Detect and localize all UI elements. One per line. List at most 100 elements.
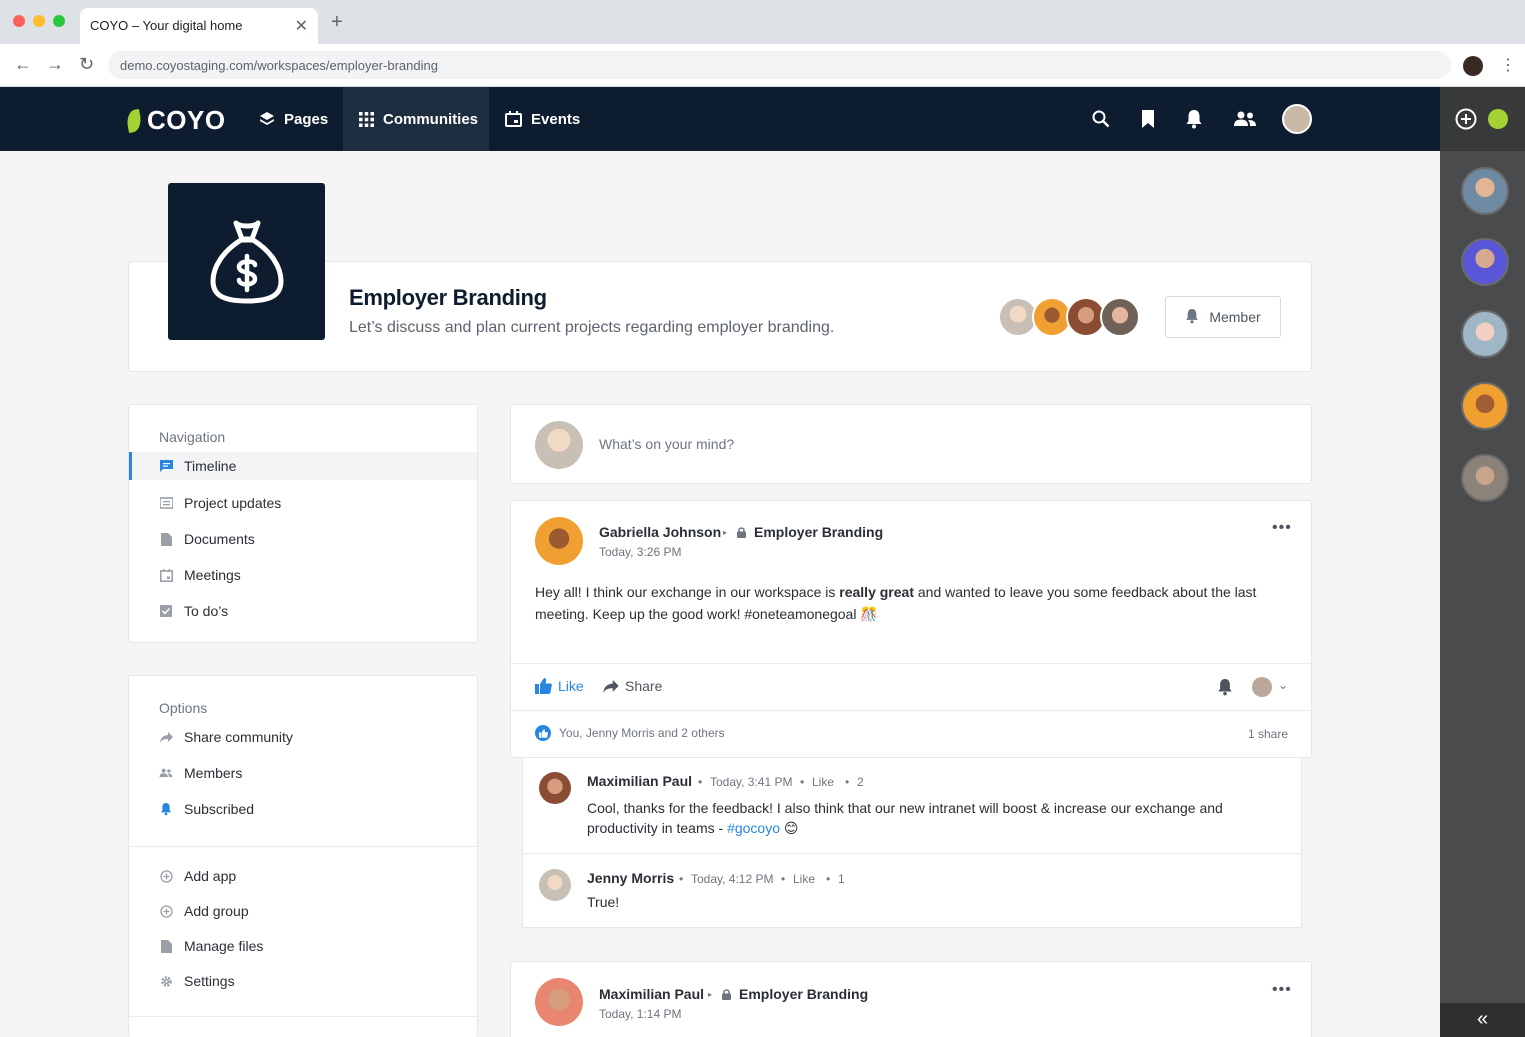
- bell-icon[interactable]: [1182, 107, 1206, 131]
- online-status-dot[interactable]: [1488, 109, 1508, 129]
- user-avatar[interactable]: [1282, 104, 1312, 134]
- option-add-group[interactable]: Add group: [129, 897, 477, 925]
- plus-circle-icon: [159, 869, 173, 883]
- nav-events[interactable]: Events: [489, 87, 596, 151]
- comment-like-link[interactable]: Like: [793, 872, 815, 886]
- avatar[interactable]: [539, 772, 571, 804]
- comment-like-count: 2: [857, 775, 864, 789]
- add-circle-icon[interactable]: [1455, 108, 1477, 133]
- author-avatar[interactable]: [535, 978, 583, 1026]
- smile-emoji: 😊: [783, 820, 799, 836]
- chevron-down-icon[interactable]: ⌄: [1278, 678, 1288, 692]
- nav-item-todos[interactable]: To do’s: [129, 597, 477, 625]
- nav-pages[interactable]: Pages: [243, 87, 344, 151]
- post-group[interactable]: Employer Branding: [739, 986, 868, 1002]
- post-time: Today, 1:14 PM: [599, 1007, 682, 1021]
- likes-summary[interactable]: You, Jenny Morris and 2 others: [535, 725, 725, 741]
- forward-icon[interactable]: →: [46, 54, 64, 75]
- tab-title: COYO – Your digital home: [90, 18, 243, 33]
- browser-address-bar: ← → ↻ demo.coyostaging.com/workspaces/em…: [0, 44, 1525, 87]
- share-icon: [603, 679, 619, 693]
- share-button[interactable]: Share: [603, 678, 662, 694]
- like-label: Like: [558, 678, 584, 694]
- browser-profile-avatar[interactable]: [1463, 56, 1483, 76]
- post-author[interactable]: Maximilian Paul: [599, 986, 704, 1002]
- option-subscribed[interactable]: Subscribed: [129, 795, 477, 823]
- arrow-right-icon: ▸: [708, 990, 713, 999]
- colleague-avatar[interactable]: [1461, 310, 1509, 358]
- nav-item-timeline[interactable]: Timeline: [129, 452, 477, 480]
- colleague-avatar[interactable]: [1461, 454, 1509, 502]
- browser-tab[interactable]: COYO – Your digital home ✕: [80, 8, 318, 44]
- checkbox-icon: [159, 604, 173, 618]
- coyo-logo[interactable]: COYO: [125, 105, 226, 136]
- navigation-heading: Navigation: [159, 429, 226, 445]
- url-input[interactable]: demo.coyostaging.com/workspaces/employer…: [108, 51, 1451, 79]
- colleague-avatar[interactable]: [1461, 167, 1509, 215]
- comment: Jenny Morris • Today, 4:12 PM • Like • 1…: [523, 853, 1301, 928]
- coyo-leaf-icon: [125, 108, 143, 133]
- post-composer[interactable]: What’s on your mind?: [510, 404, 1312, 484]
- author-avatar[interactable]: [535, 517, 583, 565]
- shares-count[interactable]: 1 share: [1248, 727, 1288, 741]
- post-group[interactable]: Employer Branding: [754, 524, 883, 540]
- more-options-icon[interactable]: •••: [1272, 981, 1292, 999]
- comment-author[interactable]: Jenny Morris: [587, 870, 674, 886]
- comment-author[interactable]: Maximilian Paul: [587, 773, 692, 789]
- tab-close-icon[interactable]: ✕: [295, 16, 308, 36]
- member-button[interactable]: Member: [1165, 296, 1281, 338]
- bell-icon: [159, 802, 173, 816]
- option-share-community[interactable]: Share community: [129, 723, 477, 751]
- browser-menu-icon[interactable]: ⋮: [1500, 55, 1516, 75]
- hashtag-link[interactable]: #gocoyo: [727, 820, 780, 836]
- post-author[interactable]: Gabriella Johnson: [599, 524, 721, 540]
- bookmark-icon[interactable]: [1136, 107, 1160, 131]
- nav-item-project-updates[interactable]: Project updates: [129, 489, 477, 517]
- bell-icon[interactable]: [1217, 678, 1233, 699]
- share-icon: [159, 730, 173, 744]
- option-manage-files[interactable]: Manage files: [129, 932, 477, 960]
- nav-item-documents[interactable]: Documents: [129, 525, 477, 553]
- separator-dot: •: [781, 872, 786, 886]
- reload-icon[interactable]: ↻: [79, 54, 94, 75]
- separator-dot: •: [845, 775, 850, 789]
- nav-item-meetings[interactable]: Meetings: [129, 561, 477, 589]
- back-icon[interactable]: ←: [14, 54, 32, 75]
- post-actions: Like Share ⌄: [511, 663, 1311, 711]
- calendar-icon: [159, 568, 173, 582]
- collapse-sidebar-icon[interactable]: «: [1440, 1003, 1525, 1037]
- separator-dot: •: [826, 872, 831, 886]
- browser-tabbar: COYO – Your digital home ✕ +: [0, 0, 1525, 44]
- nav-events-label: Events: [531, 110, 581, 128]
- nav-communities-label: Communities: [383, 110, 479, 128]
- timeline-post: Gabriella Johnson ▸ Employer Branding To…: [510, 500, 1312, 758]
- money-bag-icon: [210, 220, 283, 303]
- people-icon[interactable]: [1232, 107, 1258, 131]
- avatar: [535, 421, 583, 469]
- option-members[interactable]: Members: [129, 759, 477, 787]
- nav-communities[interactable]: Communities: [343, 87, 489, 151]
- comment-time: Today, 3:41 PM: [710, 775, 793, 789]
- member-avatar[interactable]: [1100, 297, 1140, 337]
- colleague-avatar[interactable]: [1461, 238, 1509, 286]
- window-zoom-dot[interactable]: [53, 15, 65, 27]
- new-tab-icon[interactable]: +: [331, 11, 343, 34]
- colleague-avatar[interactable]: [1461, 382, 1509, 430]
- search-icon[interactable]: [1089, 107, 1113, 131]
- composer-placeholder[interactable]: What’s on your mind?: [599, 436, 734, 452]
- lock-icon: [722, 987, 731, 1003]
- avatar[interactable]: [539, 869, 571, 901]
- window-minimize-dot[interactable]: [33, 15, 45, 27]
- option-label: Manage files: [184, 938, 264, 954]
- sender-avatar[interactable]: [1252, 677, 1272, 697]
- confetti-emoji: 🎊: [860, 606, 878, 622]
- like-button[interactable]: Like: [535, 678, 584, 694]
- more-options-icon[interactable]: •••: [1272, 519, 1292, 537]
- options-panel: Options Share community Members Subscrib…: [128, 675, 478, 1037]
- option-add-app[interactable]: Add app: [129, 862, 477, 890]
- window-close-dot[interactable]: [13, 15, 25, 27]
- option-settings[interactable]: Settings: [129, 967, 477, 995]
- comment-like-link[interactable]: Like: [812, 775, 834, 789]
- comment-text: Cool, thanks for the feedback! I also th…: [587, 798, 1277, 838]
- workspace-title: Employer Branding: [349, 285, 547, 310]
